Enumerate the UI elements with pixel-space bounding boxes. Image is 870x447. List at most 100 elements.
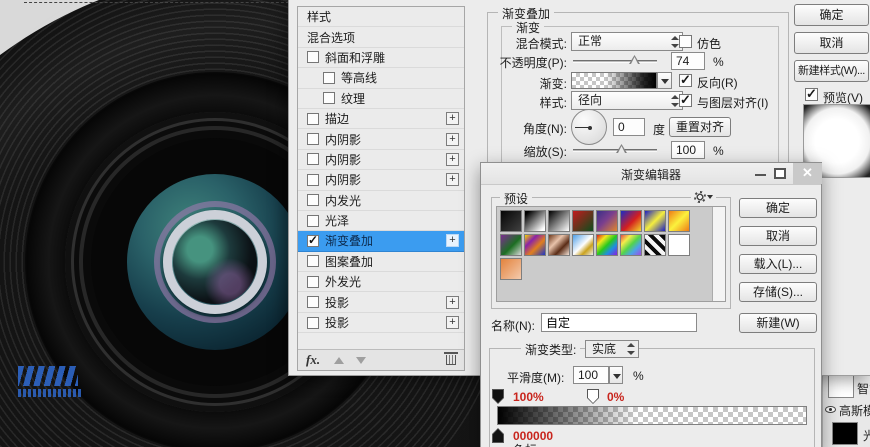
gradient-preset-violet-to-orange[interactable] [596,210,618,232]
style-row-checkbox[interactable] [307,173,319,186]
layer-thumbnail[interactable] [832,422,858,445]
add-effect-button[interactable]: + [446,152,459,166]
gear-icon [694,191,706,203]
add-effect-button[interactable]: + [446,132,459,146]
move-up-icon[interactable] [334,357,344,364]
gradient-preset-blue-yellow-blue[interactable] [644,210,666,232]
gradient-preset-transparent-rainbow[interactable] [620,234,642,256]
style-row[interactable]: 斜面和浮雕 [298,47,464,69]
preview-checkbox[interactable] [805,86,818,102]
style-row[interactable]: 投影 + [298,292,464,313]
style-row-checkbox[interactable] [323,71,335,84]
gradient-preset-spectrum[interactable] [596,234,618,256]
reverse-checkbox[interactable] [679,72,692,88]
cancel-button[interactable]: 取消 [794,32,869,54]
blend-mode-select[interactable]: 正常 [571,32,683,51]
save-button[interactable]: 存储(S)... [739,282,817,302]
new-gradient-button[interactable]: 新建(W) [739,313,817,333]
close-icon[interactable]: ✕ [793,163,822,184]
gradient-preset-black-to-white[interactable] [548,210,570,232]
smart-filter-thumbnail[interactable] [828,375,854,398]
move-down-icon[interactable] [356,357,366,364]
style-row[interactable]: 样式 [298,7,464,28]
opacity-value[interactable]: 74 [671,52,705,70]
reset-align-button[interactable]: 重置对齐 [669,117,731,137]
gradient-preset-violet-green[interactable] [500,234,522,256]
style-row[interactable]: 混合选项 [298,27,464,48]
style-row-checkbox[interactable] [307,51,319,64]
style-row[interactable]: 纹理 [298,88,464,109]
scale-value[interactable]: 100 [671,141,705,159]
style-row[interactable]: 图案叠加 [298,251,464,273]
gradient-preset-black-to-dark[interactable] [500,210,522,232]
load-button[interactable]: 载入(L)... [739,254,817,274]
style-row[interactable]: 内阴影 + [298,129,464,150]
editor-cancel-button[interactable]: 取消 [739,226,817,246]
ok-button[interactable]: 确定 [794,4,869,26]
gradient-preset-black-to-transparent[interactable] [524,210,546,232]
eye-icon[interactable] [825,406,836,413]
style-row[interactable]: 外发光 [298,272,464,293]
style-row[interactable]: 等高线 [298,68,464,89]
add-effect-button[interactable]: + [446,234,459,248]
smoothness-value[interactable]: 100 [573,366,609,384]
smoothness-dropdown-arrow[interactable] [609,366,623,384]
style-row[interactable]: 内发光 [298,190,464,211]
gradient-preset-orange-yellow-orange[interactable] [668,210,690,232]
add-effect-button[interactable]: + [446,173,459,187]
add-effect-button[interactable]: + [446,112,459,126]
angle-value[interactable]: 0 [613,118,645,136]
style-row[interactable]: 描边 + [298,108,464,130]
dither-checkbox[interactable] [679,35,692,48]
minimize-icon[interactable] [755,174,766,176]
gradient-preset-copper[interactable] [548,234,570,256]
gradient-preset-black-white-stripes[interactable] [644,234,666,256]
gradient-picker-arrow[interactable] [657,72,672,89]
align-checkbox[interactable] [679,92,692,108]
style-row[interactable]: 内阴影 + [298,149,464,171]
style-row-checkbox[interactable] [307,194,319,207]
presets-scrollbar[interactable] [712,207,725,301]
trash-icon[interactable] [444,352,458,365]
style-row-checkbox[interactable] [307,112,319,125]
gradient-preset-red-to-green[interactable] [572,210,594,232]
style-row-checkbox[interactable] [307,316,319,329]
add-effect-button[interactable]: + [446,295,459,309]
opacity-slider-track[interactable] [573,60,657,63]
style-row-checkbox[interactable] [307,255,319,268]
fx-icon[interactable]: fx. [306,352,320,368]
presets-menu[interactable] [691,191,716,205]
gradient-preset-fill [573,235,593,255]
gradient-preset-blue-red-yellow[interactable] [620,210,642,232]
gradient-type-select[interactable]: 实底 [585,340,639,358]
style-row-checkbox[interactable] [307,296,319,309]
angle-dial[interactable] [571,109,607,145]
maximize-icon[interactable] [774,168,786,179]
style-row-checkbox[interactable] [307,153,319,166]
style-row-checkbox[interactable] [307,133,319,146]
gradient-preview-bar[interactable] [497,406,807,425]
gradient-name-input[interactable] [541,313,697,332]
style-row-checkbox[interactable] [323,92,335,105]
style-row[interactable]: 光泽 [298,210,464,232]
gradient-swatch[interactable] [571,72,657,89]
gradient-preset-transparent-orange[interactable] [500,258,522,280]
style-row[interactable]: 内阴影 + [298,170,464,191]
style-row[interactable]: 渐变叠加 + [298,231,464,252]
new-style-button[interactable]: 新建样式(W)... [794,60,869,82]
scale-slider-track[interactable] [573,149,657,152]
style-row[interactable]: 投影 + [298,312,464,334]
style-select[interactable]: 径向 [571,91,683,110]
editor-ok-button[interactable]: 确定 [739,198,817,218]
gradient-preset-yellow-violet-orange-blue[interactable] [524,234,546,256]
gradient-preset-chrome-gold[interactable] [572,234,594,256]
gradient-label: 渐变: [539,77,567,91]
style-row-checkbox[interactable] [307,275,319,288]
style-row-checkbox[interactable] [307,233,319,247]
add-effect-button[interactable]: + [446,316,459,330]
gradient-editor-titlebar[interactable]: 渐变编辑器 ✕ [481,163,822,185]
gradient-preset-transparent[interactable] [668,234,690,256]
color-stops-label: 色标 [509,441,542,447]
style-row-checkbox[interactable] [307,214,319,227]
gaussian-blur-label[interactable]: 高斯模糊 [839,402,870,419]
